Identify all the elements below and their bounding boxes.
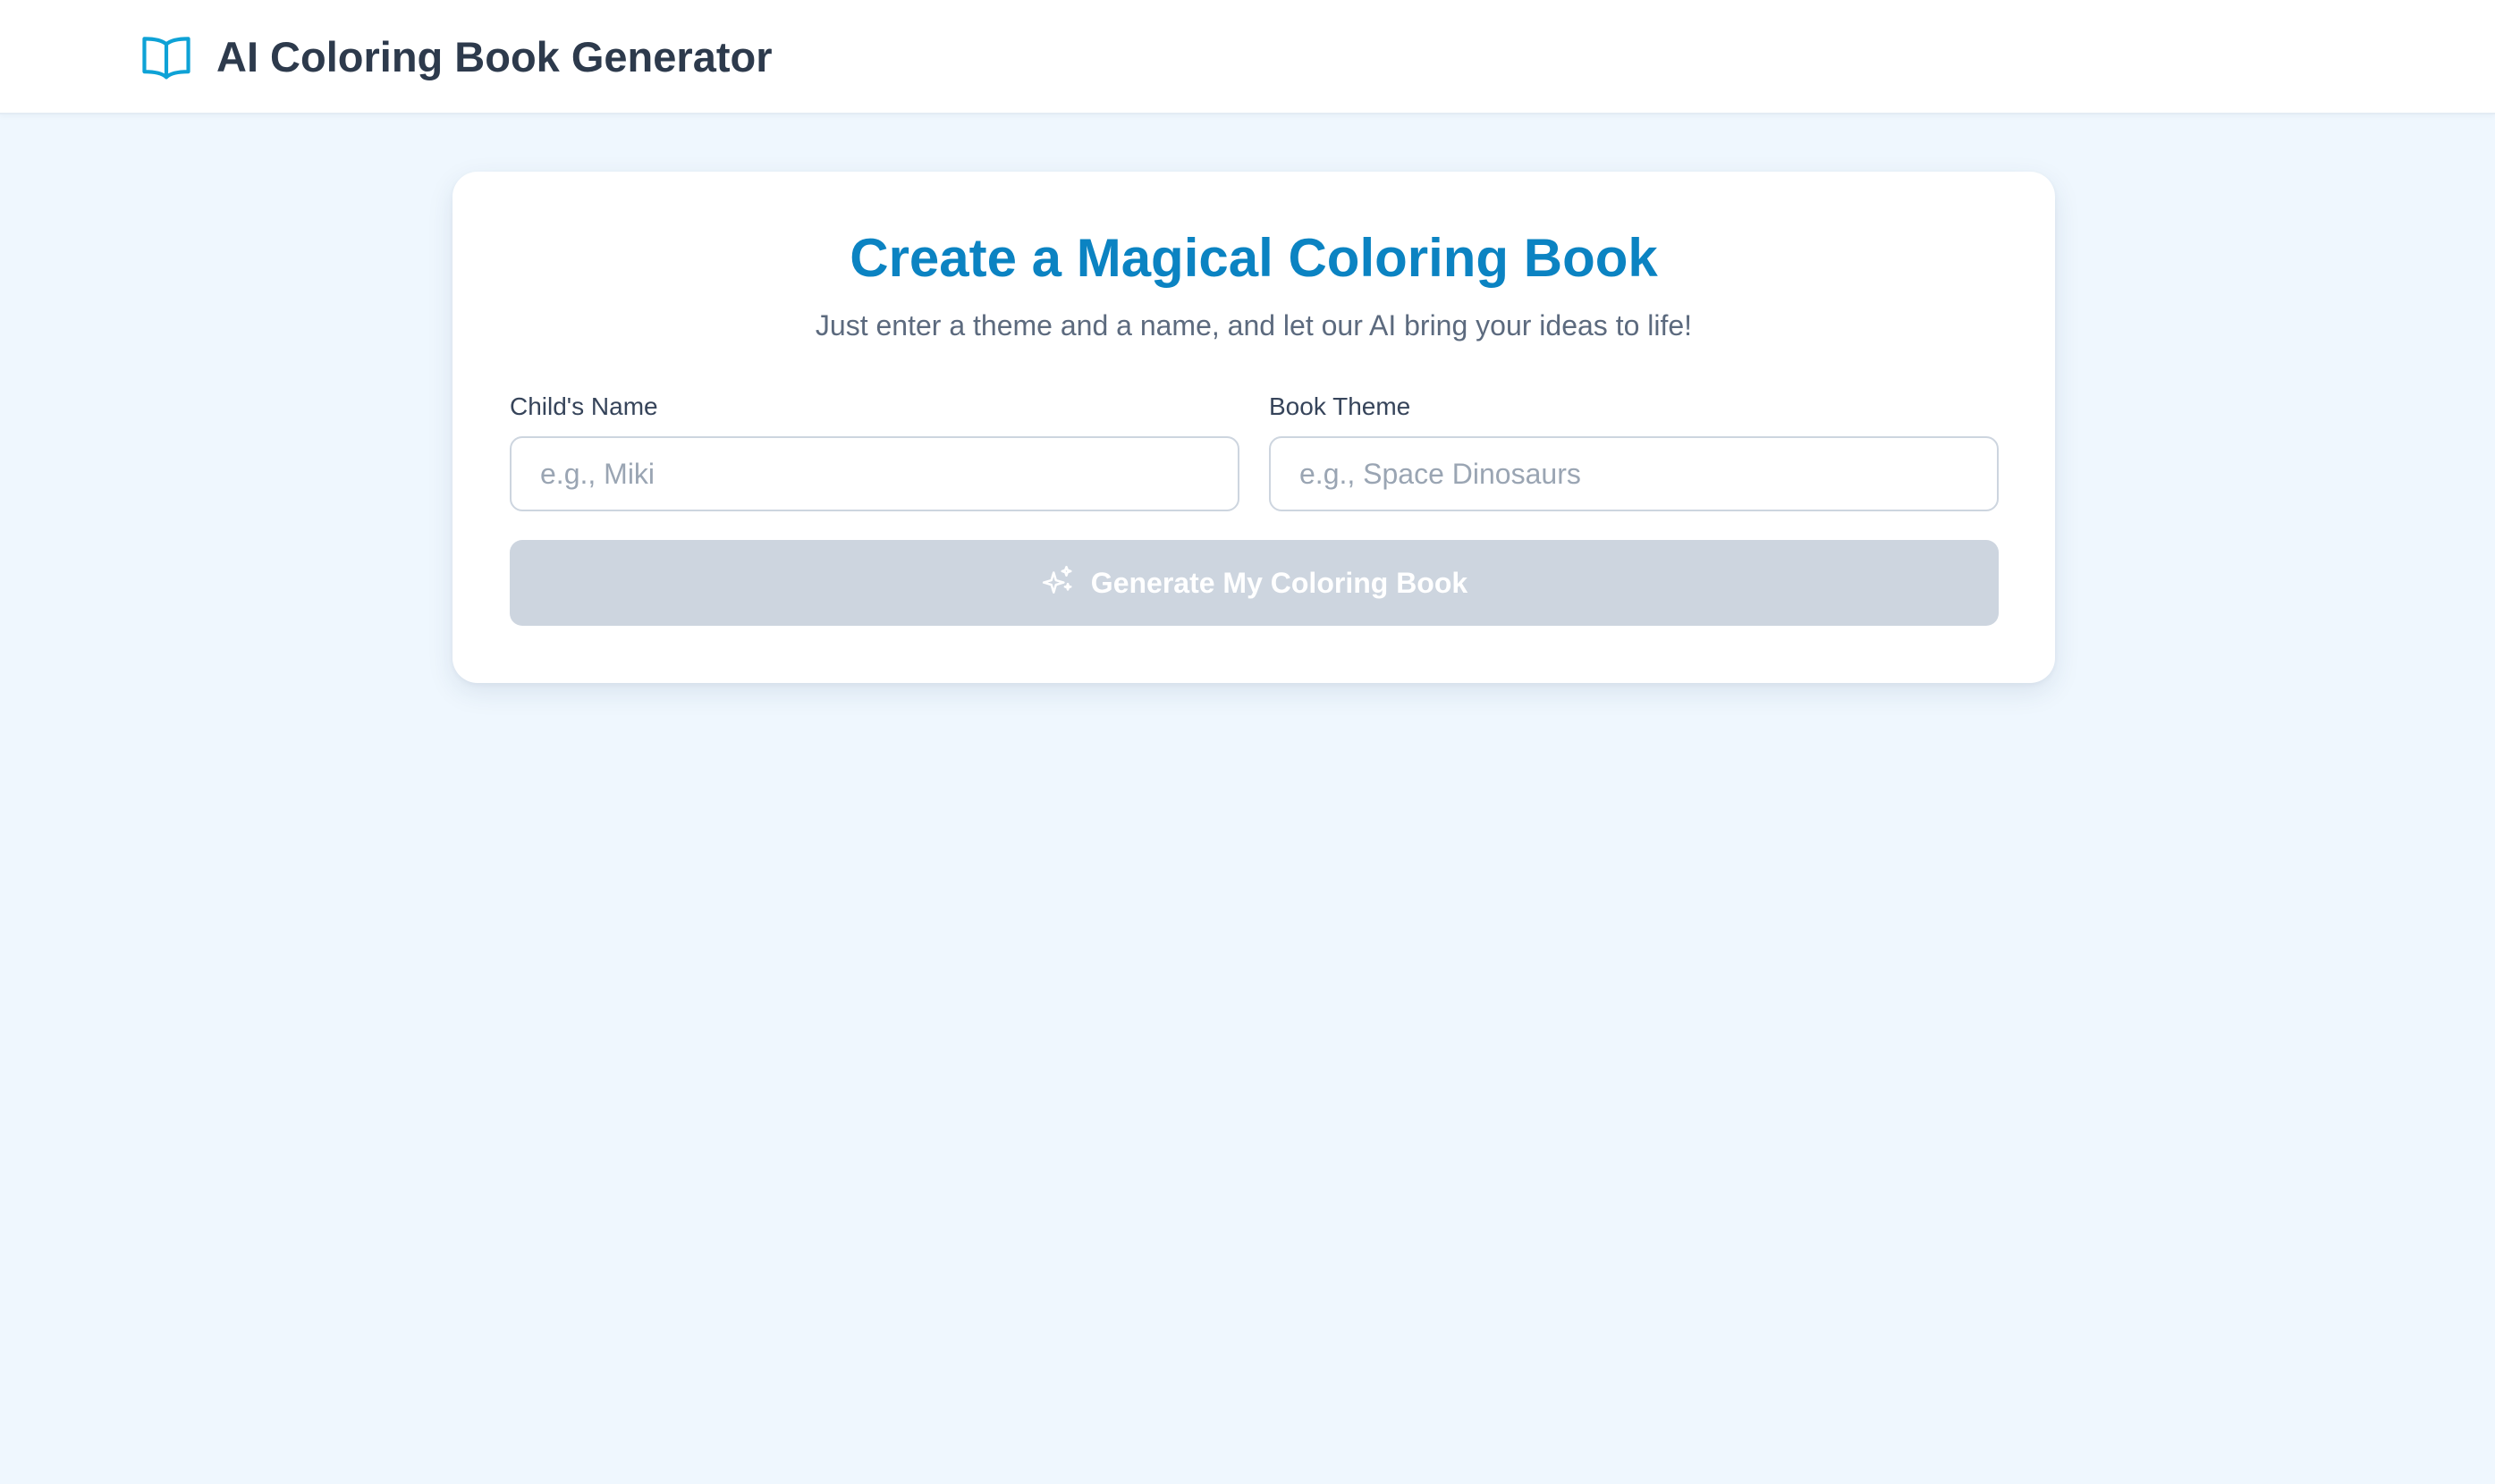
child-name-label: Child's Name — [510, 392, 658, 420]
book-theme-label: Book Theme — [1269, 392, 1411, 420]
child-name-input[interactable] — [510, 436, 1239, 511]
app-title: AI Coloring Book Generator — [216, 33, 773, 80]
sparkles-icon — [1042, 565, 1072, 594]
page-subtitle: Just enter a theme and a name, and let o… — [815, 309, 1693, 341]
app-header: AI Coloring Book Generator — [0, 0, 2495, 114]
generate-button[interactable]: Generate My Coloring Book — [510, 540, 1999, 626]
open-book-icon — [142, 37, 190, 80]
page-title: Create a Magical Coloring Book — [850, 228, 1658, 288]
generator-card: Create a Magical Coloring Book Just ente… — [452, 172, 2055, 683]
generate-button-label: Generate My Coloring Book — [1090, 567, 1468, 599]
book-theme-input[interactable] — [1269, 436, 1999, 511]
